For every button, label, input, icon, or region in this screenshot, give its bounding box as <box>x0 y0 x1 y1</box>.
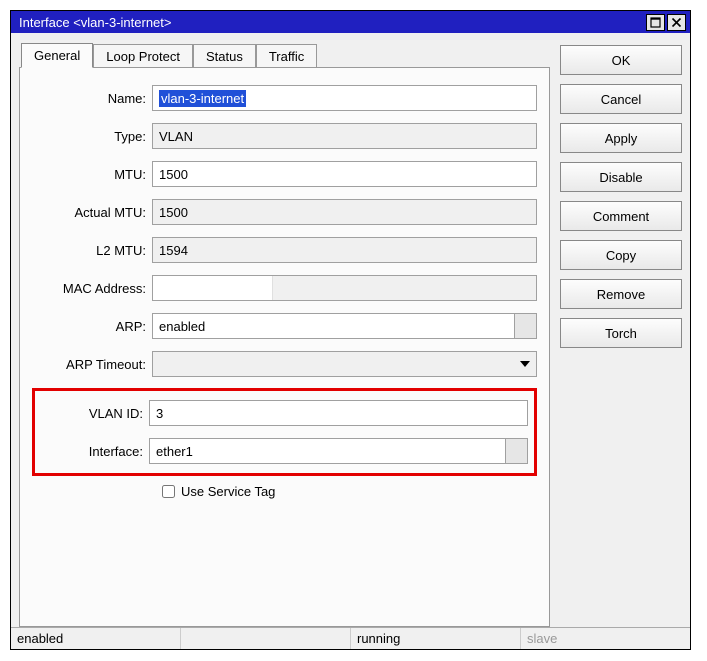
apply-button[interactable]: Apply <box>560 123 682 153</box>
interface-label: Interface: <box>41 444 149 459</box>
arp-label: ARP: <box>32 319 152 334</box>
tab-general[interactable]: General <box>21 43 93 68</box>
use-service-tag-checkbox[interactable] <box>162 485 175 498</box>
vlan-id-label: VLAN ID: <box>41 406 149 421</box>
status-enabled: enabled <box>11 628 181 649</box>
window-controls <box>646 14 686 31</box>
type-value <box>152 123 537 149</box>
disable-button[interactable]: Disable <box>560 162 682 192</box>
tab-loop-protect[interactable]: Loop Protect <box>93 44 193 68</box>
arp-timeout-select[interactable] <box>152 351 537 377</box>
interface-dropdown-button[interactable] <box>505 439 527 463</box>
titlebar: Interface <vlan-3-internet> <box>11 11 690 33</box>
tab-status[interactable]: Status <box>193 44 256 68</box>
maximize-button[interactable] <box>646 14 665 31</box>
interface-dialog: Interface <vlan-3-internet> General Loop… <box>10 10 691 650</box>
arp-timeout-value[interactable] <box>153 352 514 376</box>
l2-mtu-label: L2 MTU: <box>32 243 152 258</box>
arp-select[interactable] <box>152 313 537 339</box>
remove-button[interactable]: Remove <box>560 279 682 309</box>
tab-strip: General Loop Protect Status Traffic <box>19 41 550 67</box>
vlan-id-input[interactable] <box>149 400 528 426</box>
actual-mtu-value <box>152 199 537 225</box>
interface-select[interactable] <box>149 438 528 464</box>
status-empty <box>181 628 351 649</box>
status-running: running <box>351 628 521 649</box>
left-pane: General Loop Protect Status Traffic Name… <box>19 41 550 627</box>
tab-traffic[interactable]: Traffic <box>256 44 317 68</box>
torch-button[interactable]: Torch <box>560 318 682 348</box>
l2-mtu-value <box>152 237 537 263</box>
type-label: Type: <box>32 129 152 144</box>
tab-page-general: Name: vlan-3-internet Type: MTU: <box>19 67 550 627</box>
name-label: Name: <box>32 91 152 106</box>
close-button[interactable] <box>667 14 686 31</box>
status-bar: enabled running slave <box>11 627 690 649</box>
name-input[interactable]: vlan-3-internet <box>152 85 537 111</box>
use-service-tag-label: Use Service Tag <box>181 484 275 499</box>
copy-button[interactable]: Copy <box>560 240 682 270</box>
arp-timeout-dropdown-button[interactable] <box>514 352 536 376</box>
arp-timeout-label: ARP Timeout: <box>32 357 152 372</box>
mtu-label: MTU: <box>32 167 152 182</box>
button-column: OK Cancel Apply Disable Comment Copy Rem… <box>560 41 682 627</box>
mtu-input[interactable] <box>152 161 537 187</box>
actual-mtu-label: Actual MTU: <box>32 205 152 220</box>
comment-button[interactable]: Comment <box>560 201 682 231</box>
status-slave: slave <box>521 628 690 649</box>
window-title: Interface <vlan-3-internet> <box>19 15 646 30</box>
mac-input[interactable] <box>152 275 537 301</box>
dialog-body: General Loop Protect Status Traffic Name… <box>11 33 690 627</box>
ok-button[interactable]: OK <box>560 45 682 75</box>
arp-select-value[interactable] <box>153 314 514 338</box>
chevron-down-icon <box>520 361 530 367</box>
cancel-button[interactable]: Cancel <box>560 84 682 114</box>
arp-dropdown-button[interactable] <box>514 314 536 338</box>
mac-label: MAC Address: <box>32 281 152 296</box>
vlan-highlight-box: VLAN ID: Interface: <box>32 388 537 476</box>
interface-select-value[interactable] <box>150 439 505 463</box>
